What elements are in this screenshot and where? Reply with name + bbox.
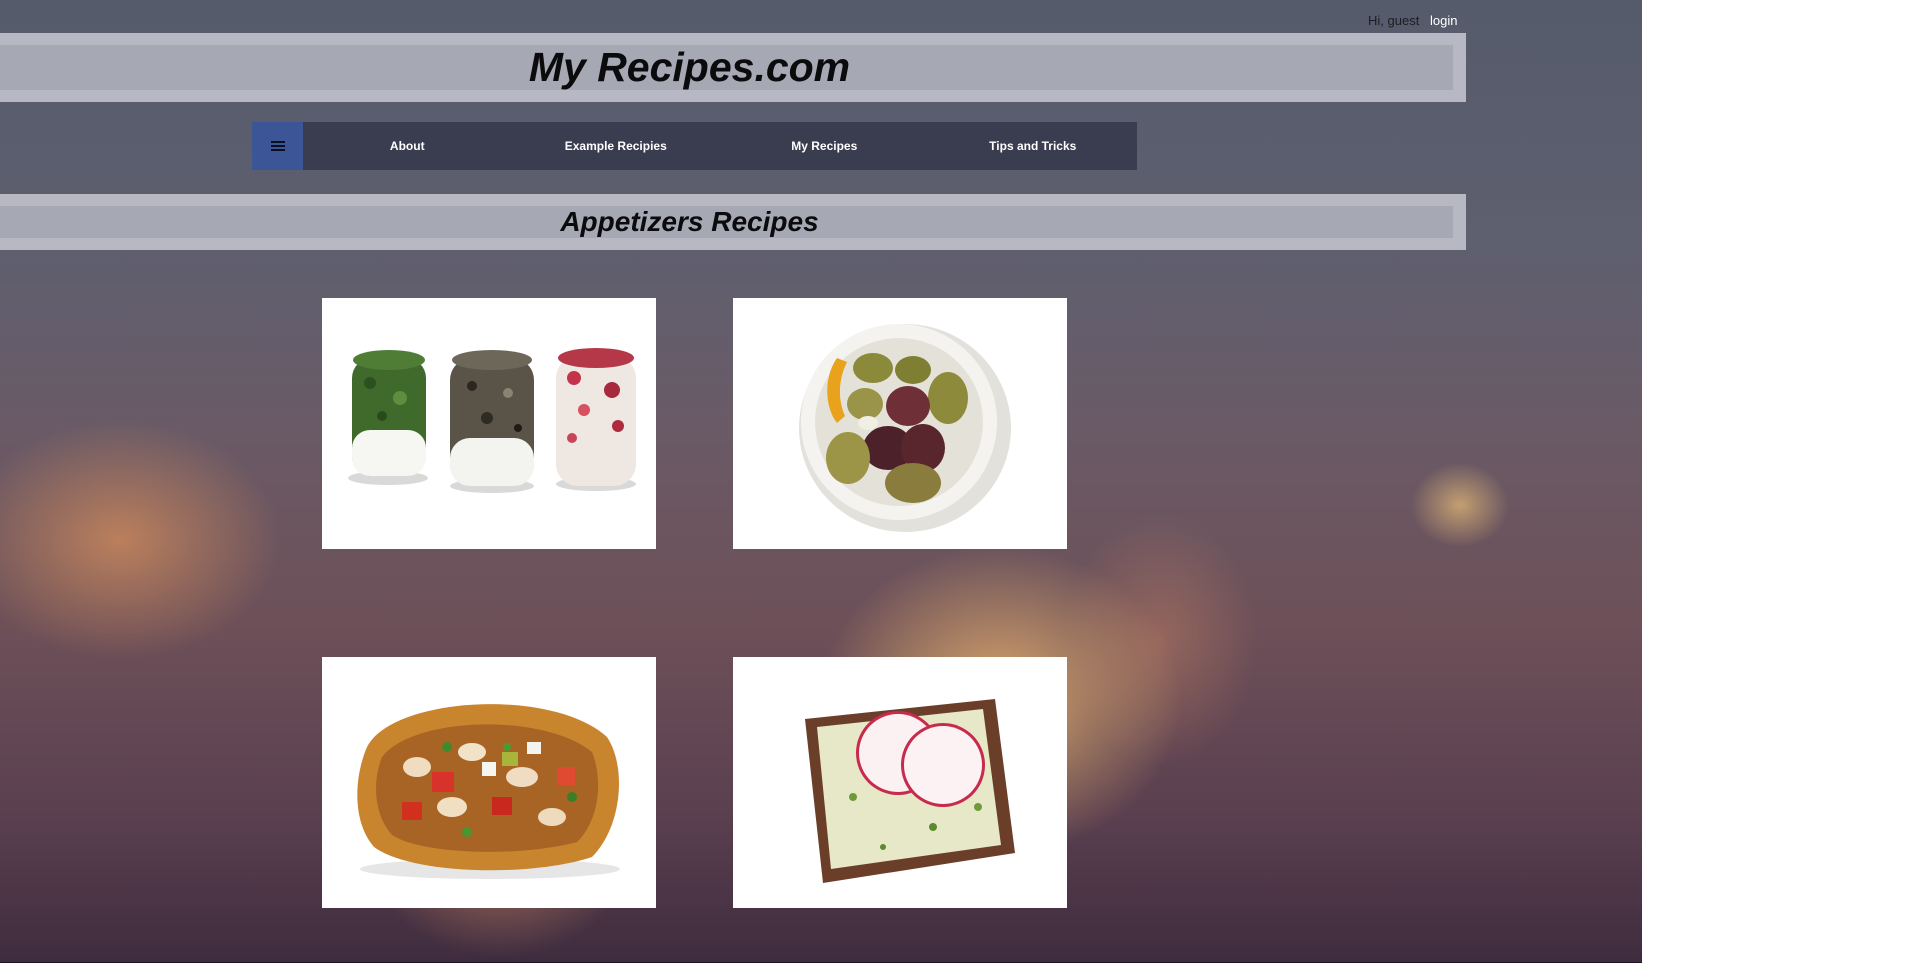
section-header-inner: Appetizers Recipes	[0, 206, 1453, 238]
section-title: Appetizers Recipes	[560, 206, 819, 237]
goat-cheese-logs-image	[348, 348, 636, 493]
marinated-olives-image	[799, 324, 1011, 532]
site-header-inner: My Recipes.com	[0, 44, 1453, 90]
page-background: Hi, guest login My Recipes.com About Exa…	[0, 0, 1642, 963]
menu-toggle-button[interactable]	[252, 122, 303, 170]
hamburger-menu-icon	[270, 141, 285, 151]
radish-rye-toast-image	[805, 699, 1015, 883]
nav-item-my-recipes[interactable]: My Recipes	[720, 122, 929, 170]
main-navbar: About Example Recipies My Recipes Tips a…	[252, 122, 1137, 170]
bean-salad-crostini-image	[357, 704, 620, 879]
site-title: My Recipes.com	[528, 44, 851, 90]
nav-item-example-recipes[interactable]: Example Recipies	[512, 122, 721, 170]
recipe-card-goat-cheese-logs[interactable]	[322, 298, 656, 549]
user-greeting: Hi, guest	[1368, 13, 1420, 28]
section-header: Appetizers Recipes	[0, 194, 1466, 250]
login-link[interactable]: login	[1430, 13, 1457, 28]
nav-item-tips-and-tricks[interactable]: Tips and Tricks	[929, 122, 1138, 170]
recipe-card-bean-salad-crostini[interactable]	[322, 657, 656, 908]
recipe-card-marinated-olives[interactable]	[733, 298, 1067, 549]
nav-links: About Example Recipies My Recipes Tips a…	[303, 122, 1137, 170]
nav-item-about[interactable]: About	[303, 122, 512, 170]
recipe-card-radish-rye-toast[interactable]	[733, 657, 1067, 908]
site-header: My Recipes.com	[0, 33, 1466, 102]
